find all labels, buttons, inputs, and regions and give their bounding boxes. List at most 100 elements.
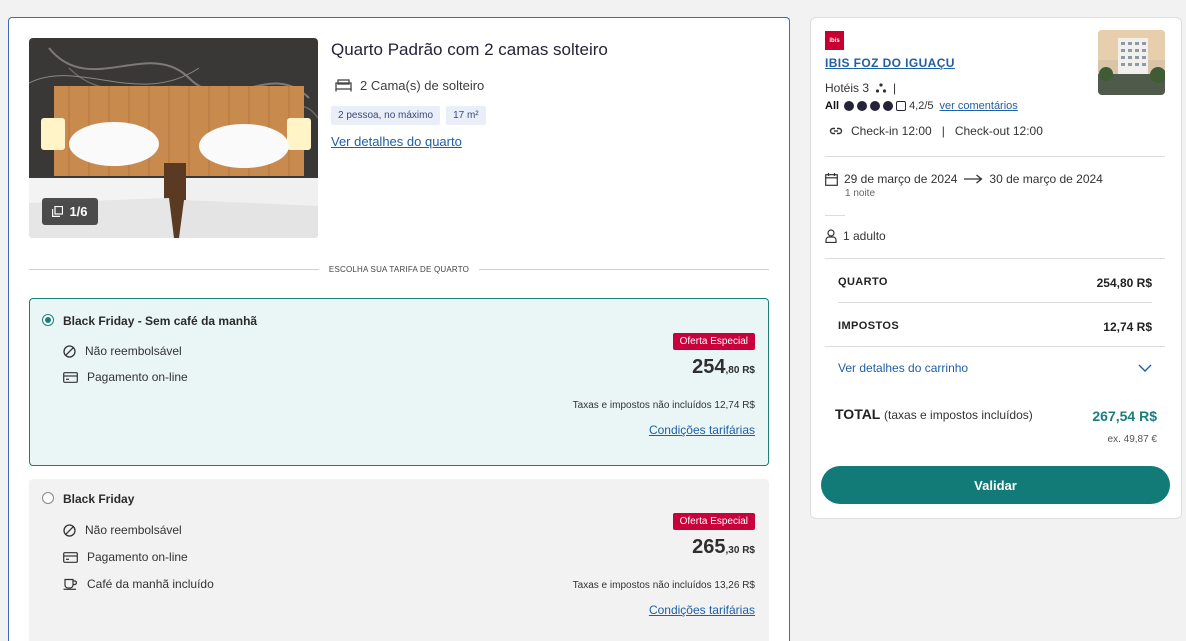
cart-details-label: Ver detalhes do carrinho [838,361,969,375]
ibis-logo: ibis [825,31,844,50]
validate-button[interactable]: Validar [821,466,1170,504]
separator [825,258,1165,259]
photo-counter-label: 1/6 [69,204,88,219]
arrow-right-icon [964,174,983,184]
divider-line-right [479,268,770,270]
rate-option-black-friday[interactable]: Black Friday Não reembolsável Pagamento … [29,479,769,641]
cart-details-toggle[interactable]: Ver detalhes do carrinho [838,361,1152,375]
separator [825,156,1165,157]
price-decimal: ,80 R$ [725,365,755,376]
date-to: 30 de março de 2024 [989,172,1103,186]
rate-price: 254 ,80 R$ [692,356,755,379]
all-brand-logo: All [825,100,840,112]
separator [825,346,1165,347]
chevron-down-icon [1138,364,1152,372]
no-refund-icon [63,523,76,537]
special-offer-badge: Oferta Especial [672,333,755,350]
total-title: TOTAL [835,406,881,422]
price-decimal: ,30 R$ [725,545,755,556]
rate-radio-selected[interactable] [42,314,54,326]
rating-dot-empty [896,101,907,111]
rating-dot [844,101,855,111]
hotel-thumbnail-image [1098,30,1165,95]
capacity-tag: 2 pessoa, no máximo [331,106,441,125]
bed-label: 2 Cama(s) de solteiro [360,78,485,93]
total-subtitle: (taxas e impostos incluídos) [884,408,1033,422]
tax-note: Taxas e impostos não incluídos 12,74 R$ [572,400,755,411]
rate-price: 265 ,30 R$ [692,536,755,559]
room-line-value: 254,80 R$ [1096,276,1152,290]
category-separator: | [893,81,897,95]
hotel-category: Hotéis 3 | [825,81,896,95]
rate-conditions-link[interactable]: Condições tarifárias [649,423,755,437]
check-separator: | [941,124,945,138]
check-times: Check-in 12:00 | Check-out 12:00 [829,124,1043,138]
reviews-link[interactable]: ver comentários [940,100,1018,112]
card-icon [63,371,78,383]
bed-info: 2 Cama(s) de solteiro [335,78,484,93]
feature-breakfast-included: Café da manhã incluído [63,577,214,591]
hotel-thumbnail[interactable] [1098,30,1165,95]
tax-line-item: IMPOSTOS 12,74 R$ [838,320,1152,334]
price-integer: 265 [692,536,726,558]
feature-label: Não reembolsável [85,344,182,358]
price-integer: 254 [692,356,726,378]
feature-label: Pagamento on-line [87,550,188,564]
total-value: 267,54 R$ [1092,408,1157,424]
rate-conditions-link[interactable]: Condições tarifárias [649,603,755,617]
guests: 1 adulto [825,229,886,243]
link-icon [829,127,843,135]
coffee-icon [63,578,77,590]
room-panel: 1/6 Quarto Padrão com 2 camas solteiro 2… [8,17,790,641]
checkout-time: Check-out 12:00 [954,124,1043,138]
category-label: Hotéis 3 [825,81,870,95]
rates-heading: ESCOLHA SUA TARIFA DE QUARTO [328,264,470,274]
date-from: 29 de março de 2024 [844,172,958,186]
person-icon [825,229,837,243]
tax-note: Taxas e impostos não incluídos 13,26 R$ [572,580,755,591]
rate-radio[interactable] [42,492,54,504]
feature-online-payment: Pagamento on-line [63,370,188,384]
feature-label: Não reembolsável [85,523,182,537]
stars-icon [875,83,887,93]
photo-counter[interactable]: 1/6 [42,198,98,225]
separator-short [825,215,845,216]
separator [838,302,1152,303]
checkin-time: Check-in 12:00 [851,124,932,138]
room-line-label: QUARTO [838,276,888,288]
tax-line-value: 12,74 R$ [1103,320,1152,334]
rating-score: 4,2/5 [909,100,934,112]
booking-summary: ibis IBIS FOZ DO IGUAÇU Hotéis 3 | All 4… [810,17,1182,519]
rating-dot [857,101,868,111]
divider-line-left [29,268,319,270]
card-icon [63,551,78,563]
size-tag: 17 m² [446,106,486,125]
special-offer-badge: Oferta Especial [672,513,755,530]
room-title: Quarto Padrão com 2 camas solteiro [331,40,608,59]
rate-option-black-friday-no-breakfast[interactable]: Black Friday - Sem café da manhã Não ree… [29,298,769,466]
hotel-name-link[interactable]: IBIS FOZ DO IGUAÇU [825,56,955,70]
nights-count: 1 noite [845,188,876,199]
total-label: TOTAL (taxas e impostos incluídos) [835,406,1033,422]
no-refund-icon [63,344,76,358]
stay-dates: 29 de março de 2024 30 de março de 2024 [825,172,1103,186]
rating-dot [870,101,881,111]
feature-non-refundable: Não reembolsável [63,523,182,537]
room-photo[interactable]: 1/6 [29,38,318,238]
rates-divider: ESCOLHA SUA TARIFA DE QUARTO [29,262,770,276]
room-details-link[interactable]: Ver detalhes do quarto [331,134,462,149]
feature-label: Pagamento on-line [87,370,188,384]
feature-non-refundable: Não reembolsável [63,344,182,358]
room-line-item: QUARTO 254,80 R$ [838,276,1152,290]
rate-name: Black Friday - Sem café da manhã [63,314,258,328]
total-eur: ex. 49,87 € [1107,434,1157,445]
hotel-rating: All 4,2/5 ver comentários [825,100,1018,112]
feature-label: Café da manhã incluído [87,577,214,591]
rate-name: Black Friday [63,492,135,506]
bed-icon [335,79,352,92]
calendar-icon [825,172,838,186]
room-tags: 2 pessoa, no máximo 17 m² [331,106,486,125]
gallery-icon [52,206,64,217]
rating-dot [883,101,894,111]
feature-online-payment: Pagamento on-line [63,550,188,564]
